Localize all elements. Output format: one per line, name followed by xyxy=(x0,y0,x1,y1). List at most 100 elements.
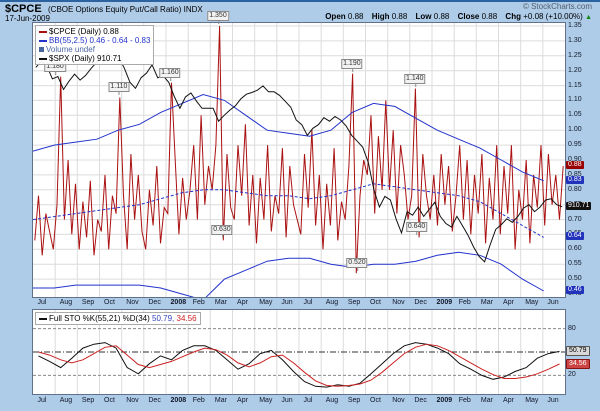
main-axis-tick: 1.15 xyxy=(568,81,582,89)
sub-axis-tick: 20 xyxy=(568,371,576,379)
bb-line-swatch-icon xyxy=(39,39,47,42)
month-label: Jul xyxy=(37,299,47,306)
sto-d-value: 34.56 xyxy=(176,314,197,323)
copyright-notice: © StockCharts.com xyxy=(522,2,592,11)
high-value: 0.88 xyxy=(391,12,408,21)
month-label: Mar xyxy=(214,397,227,404)
month-label: Sep xyxy=(81,299,95,306)
month-label: Aug xyxy=(59,397,73,404)
sto-line-swatch-icon xyxy=(39,317,47,320)
month-label: Jul xyxy=(303,397,313,404)
annotation-stem xyxy=(416,231,418,236)
annotation-flag: 0.640 xyxy=(405,222,428,236)
month-label: Sep xyxy=(347,299,361,306)
month-label: Mar xyxy=(480,397,493,404)
legend-cpce-label: $CPCE (Daily) 0.88 xyxy=(49,27,119,36)
spx-line-swatch-icon xyxy=(39,57,47,60)
stochastic-panel: Full STO %K(55,21) %D(34) 50.79, 34.56 xyxy=(32,309,566,395)
value-box: 0.46 xyxy=(566,286,584,295)
chart-description: (CBOE Options Equity Put/Call Ratio) IND… xyxy=(48,5,203,14)
annotation-stem xyxy=(118,91,120,96)
month-label: Nov xyxy=(392,299,405,306)
month-label: Aug xyxy=(59,299,73,306)
top-border xyxy=(0,0,600,2)
sto-legend-label: Full STO %K(55,21) %D(34) xyxy=(49,314,150,323)
month-label: Dec xyxy=(148,397,161,404)
annotation-flag: 0.630 xyxy=(211,225,233,239)
month-label: Dec xyxy=(414,299,427,306)
value-box: 0.83 xyxy=(566,175,584,184)
month-label: 2009 xyxy=(436,299,453,306)
annotation-stem xyxy=(217,20,219,24)
month-label: Oct xyxy=(370,299,381,306)
annotation-flag: 1.140 xyxy=(404,73,426,87)
main-axis-tick: 1.00 xyxy=(568,126,582,134)
open-value: 0.88 xyxy=(347,12,364,21)
close-value: 0.88 xyxy=(481,12,498,21)
main-axis-tick: 0.95 xyxy=(568,141,582,149)
ohlc-quote-row: Open 0.88 High 0.88 Low 0.88 Close 0.88 … xyxy=(319,12,592,21)
annotation-flag: 1.160 xyxy=(159,67,181,81)
month-label: Nov xyxy=(126,397,139,404)
main-axis-tick: 0.80 xyxy=(568,185,582,193)
month-label: Jun xyxy=(281,397,293,404)
month-label: Dec xyxy=(148,299,161,306)
month-label: Feb xyxy=(192,397,205,404)
value-box: 0.64 xyxy=(566,232,584,241)
month-label: Nov xyxy=(392,397,405,404)
main-axis-tick: 1.10 xyxy=(568,96,582,104)
legend-row-bb: BB(55,2.5) 0.46 - 0.64 - 0.83 xyxy=(39,36,150,45)
month-label: May xyxy=(259,397,273,404)
annotation-flag: 0.520 xyxy=(346,258,368,272)
chg-up-arrow-icon: ▲ xyxy=(585,14,592,21)
low-label: Low xyxy=(415,12,432,21)
volume-bars-icon xyxy=(39,47,44,53)
month-label: Jun xyxy=(281,299,293,306)
legend-spx-label: $SPX (Daily) 910.71 xyxy=(49,54,122,63)
main-legend: $CPCE (Daily) 0.88 BB(55,2.5) 0.46 - 0.6… xyxy=(35,25,155,65)
main-axis-tick: 0.55 xyxy=(568,260,582,268)
value-box: 910.71 xyxy=(566,201,592,210)
low-value: 0.88 xyxy=(433,12,450,21)
month-label: Apr xyxy=(237,397,248,404)
month-label: Sep xyxy=(347,397,361,404)
open-label: Open xyxy=(325,12,346,21)
month-label: 2008 xyxy=(170,299,187,306)
month-label: Nov xyxy=(126,299,139,306)
month-label: Mar xyxy=(214,299,227,306)
month-label: Jul xyxy=(303,299,313,306)
month-label: Feb xyxy=(192,299,205,306)
annotation-flag: 1.350 xyxy=(207,11,229,24)
month-label: Oct xyxy=(370,397,381,404)
month-label: 2009 xyxy=(436,397,453,404)
main-price-panel: $CPCE (Daily) 0.88 BB(55,2.5) 0.46 - 0.6… xyxy=(32,22,566,298)
main-axis-tick: 0.50 xyxy=(568,275,582,283)
annotation-stem xyxy=(356,267,358,272)
legend-row-volume: Volume undef xyxy=(39,45,150,54)
month-label: Apr xyxy=(237,299,248,306)
month-label: Dec xyxy=(414,397,427,404)
month-label: May xyxy=(259,299,273,306)
legend-row-cpce: $CPCE (Daily) 0.88 xyxy=(39,27,150,36)
legend-bb-label: BB(55,2.5) 0.46 - 0.64 - 0.83 xyxy=(49,36,151,45)
main-axis-tick: 1.20 xyxy=(568,66,582,74)
main-axis-tick: 1.30 xyxy=(568,36,582,44)
month-label: May xyxy=(525,299,539,306)
month-label: Jun xyxy=(547,397,559,404)
annotation-stem xyxy=(414,82,416,87)
main-axis-tick: 1.25 xyxy=(568,51,582,59)
month-label: Oct xyxy=(104,299,115,306)
close-label: Close xyxy=(457,12,480,21)
month-label: Jul xyxy=(37,397,47,404)
month-label: Aug xyxy=(325,299,339,306)
annotation-stem xyxy=(169,76,171,81)
month-label: Mar xyxy=(480,299,493,306)
main-axis-tick: 1.35 xyxy=(568,22,582,29)
high-label: High xyxy=(371,12,390,21)
cpce-line-swatch-icon xyxy=(39,30,47,33)
month-label: Apr xyxy=(503,299,514,306)
month-label: May xyxy=(525,397,539,404)
value-box: 0.88 xyxy=(566,160,584,169)
legend-volume-label: Volume undef xyxy=(46,45,95,54)
series-bb-55-2-5-lower xyxy=(33,251,544,297)
